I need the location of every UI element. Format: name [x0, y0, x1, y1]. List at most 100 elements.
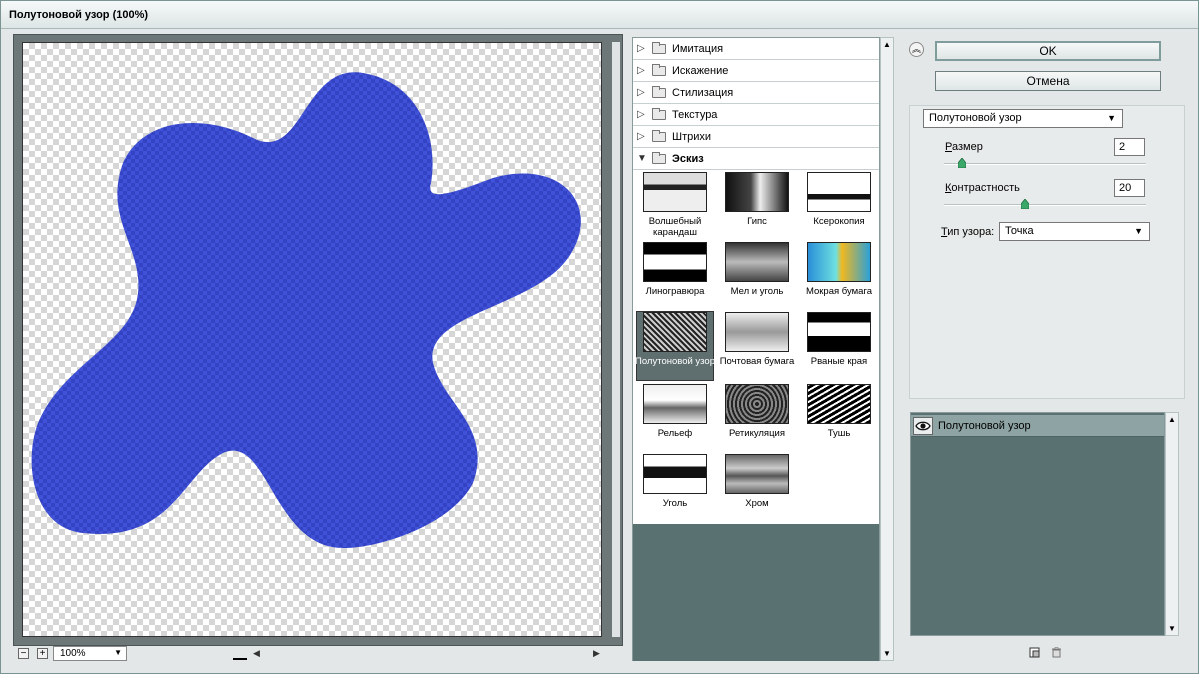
filter-gallery: ▷ Имитация ▷ Искажение ▷ Стилизация ▷ Текстура ▷… — [632, 37, 880, 661]
filter-thumb-7[interactable]: Полутоновой узор — [635, 311, 715, 381]
filter-thumb-10[interactable]: Рельеф — [637, 384, 713, 452]
new-layer-icon[interactable] — [1029, 647, 1040, 658]
scroll-right-icon[interactable]: ▶ — [593, 648, 600, 659]
category-1[interactable]: ▷ Имитация — [633, 38, 879, 60]
pattern-type-value: Точка — [1005, 225, 1034, 237]
chevron-down-icon: ▼ — [1134, 226, 1143, 236]
slider-track — [944, 163, 1146, 165]
scroll-down-icon[interactable]: ▼ — [1168, 624, 1176, 633]
filter-preview-image — [807, 384, 871, 424]
scroll-up-icon[interactable]: ▲ — [883, 40, 891, 49]
effect-layer-row[interactable]: Полутоновой узор — [911, 415, 1164, 437]
filter-thumb-1[interactable]: Волшебный карандаш — [637, 172, 713, 240]
preview-frame — [13, 34, 623, 646]
filter-thumb-3[interactable]: Ксерокопия — [801, 172, 877, 240]
size-slider[interactable] — [944, 158, 1146, 168]
gallery-empty-area — [633, 524, 879, 661]
filter-preview-image — [643, 172, 707, 212]
filter-thumb-label: Мел и уголь — [730, 286, 784, 297]
preview-canvas[interactable] — [22, 42, 602, 637]
filter-thumb-label: Ксерокопия — [813, 216, 865, 227]
category-5[interactable]: ▷ Штрихи — [633, 126, 879, 148]
filter-thumb-label: Почтовая бумага — [719, 356, 795, 367]
filter-thumb-label: Мокрая бумага — [805, 286, 873, 297]
category-6[interactable]: ▼ Эскиз — [633, 148, 879, 170]
eye-icon[interactable] — [913, 417, 933, 435]
filter-preview-image — [725, 172, 789, 212]
scroll-thumb[interactable] — [233, 658, 247, 660]
category-label: Стилизация — [672, 87, 734, 99]
zoom-select[interactable]: 100% ▼ — [53, 646, 127, 661]
category-label: Эскиз — [672, 153, 704, 165]
filter-thumb-label: Рельеф — [657, 428, 693, 439]
category-4[interactable]: ▷ Текстура — [633, 104, 879, 126]
filter-preview-image — [807, 172, 871, 212]
effect-layers-panel: Полутоновой узор — [910, 412, 1165, 636]
scroll-down-icon[interactable]: ▼ — [883, 649, 891, 658]
filter-preview-image — [725, 312, 789, 352]
size-slider-knob[interactable] — [958, 158, 967, 168]
filter-preview-image — [643, 312, 707, 352]
filter-thumb-label: Хром — [745, 498, 769, 509]
double-chevron-up-icon[interactable]: ︽ — [909, 42, 924, 57]
folder-icon — [652, 108, 666, 120]
triangle-right-icon[interactable]: ▷ — [637, 109, 645, 120]
cancel-button[interactable]: Отмена — [935, 71, 1161, 91]
preview-horizontal-scrollbar[interactable]: ◀ ▶ — [233, 648, 603, 660]
filter-preview-image — [807, 242, 871, 282]
category-3[interactable]: ▷ Стилизация — [633, 82, 879, 104]
size-label: Размер — [945, 141, 983, 153]
filter-thumb-2[interactable]: Гипс — [719, 172, 795, 240]
contrast-label: Контрастность — [945, 182, 1020, 194]
filter-preview-image — [725, 454, 789, 494]
layers-vertical-scrollbar[interactable]: ▲ ▼ — [1165, 412, 1179, 636]
triangle-right-icon[interactable]: ▷ — [637, 87, 645, 98]
filter-thumb-label: Уголь — [662, 498, 688, 509]
triangle-right-icon[interactable]: ▷ — [637, 131, 645, 142]
filter-thumb-14[interactable]: Хром — [719, 454, 795, 522]
window-title: Полутоновой узор (100%) — [9, 9, 149, 21]
size-input[interactable]: 2 — [1114, 138, 1145, 156]
filter-thumb-5[interactable]: Мел и уголь — [719, 242, 795, 310]
filter-thumb-label: Ретикуляция — [729, 428, 785, 439]
category-label: Текстура — [672, 109, 718, 121]
folder-icon — [652, 64, 666, 76]
filter-thumb-4[interactable]: Линогравюра — [637, 242, 713, 310]
scroll-left-icon[interactable]: ◀ — [253, 648, 260, 659]
contrast-input[interactable]: 20 — [1114, 179, 1145, 197]
gallery-vertical-scrollbar[interactable]: ▲ ▼ — [880, 37, 894, 661]
folder-icon — [652, 130, 666, 142]
trash-icon[interactable] — [1051, 647, 1062, 658]
contrast-slider-knob[interactable] — [1020, 199, 1029, 209]
preview-vertical-scrollbar[interactable] — [612, 42, 620, 637]
title-bar: Полутоновой узор (100%) — [1, 1, 1198, 29]
scroll-up-icon[interactable]: ▲ — [1168, 415, 1176, 424]
filter-thumb-8[interactable]: Почтовая бумага — [719, 312, 795, 380]
filter-gallery-window: Полутоновой узор (100%) − + 100% ▼ ◀ ▶ ▷… — [0, 0, 1199, 674]
filter-thumb-6[interactable]: Мокрая бумага — [801, 242, 877, 310]
filter-select-value: Полутоновой узор — [929, 112, 1022, 124]
filter-preview-image — [643, 384, 707, 424]
filter-select[interactable]: Полутоновой узор ▼ — [923, 109, 1123, 128]
category-2[interactable]: ▷ Искажение — [633, 60, 879, 82]
pattern-type-select[interactable]: Точка ▼ — [999, 222, 1150, 241]
filter-thumb-13[interactable]: Уголь — [637, 454, 713, 522]
pattern-type-label: Тип узора: — [941, 226, 995, 238]
filter-preview-image — [725, 384, 789, 424]
zoom-in-button[interactable]: + — [37, 648, 48, 659]
category-label: Имитация — [672, 43, 724, 55]
filter-thumb-11[interactable]: Ретикуляция — [719, 384, 795, 452]
triangle-right-icon[interactable]: ▷ — [637, 43, 645, 54]
filter-thumb-label: Тушь — [827, 428, 851, 439]
zoom-out-button[interactable]: − — [18, 648, 29, 659]
ok-button[interactable]: OK — [935, 41, 1161, 61]
folder-icon — [652, 152, 666, 164]
filter-preview-image — [725, 242, 789, 282]
filter-thumb-9[interactable]: Рваные края — [801, 312, 877, 380]
triangle-down-icon[interactable]: ▼ — [637, 153, 647, 164]
folder-icon — [652, 42, 666, 54]
triangle-right-icon[interactable]: ▷ — [637, 65, 645, 76]
folder-icon — [652, 86, 666, 98]
filter-thumb-12[interactable]: Тушь — [801, 384, 877, 452]
contrast-slider[interactable] — [944, 199, 1146, 209]
